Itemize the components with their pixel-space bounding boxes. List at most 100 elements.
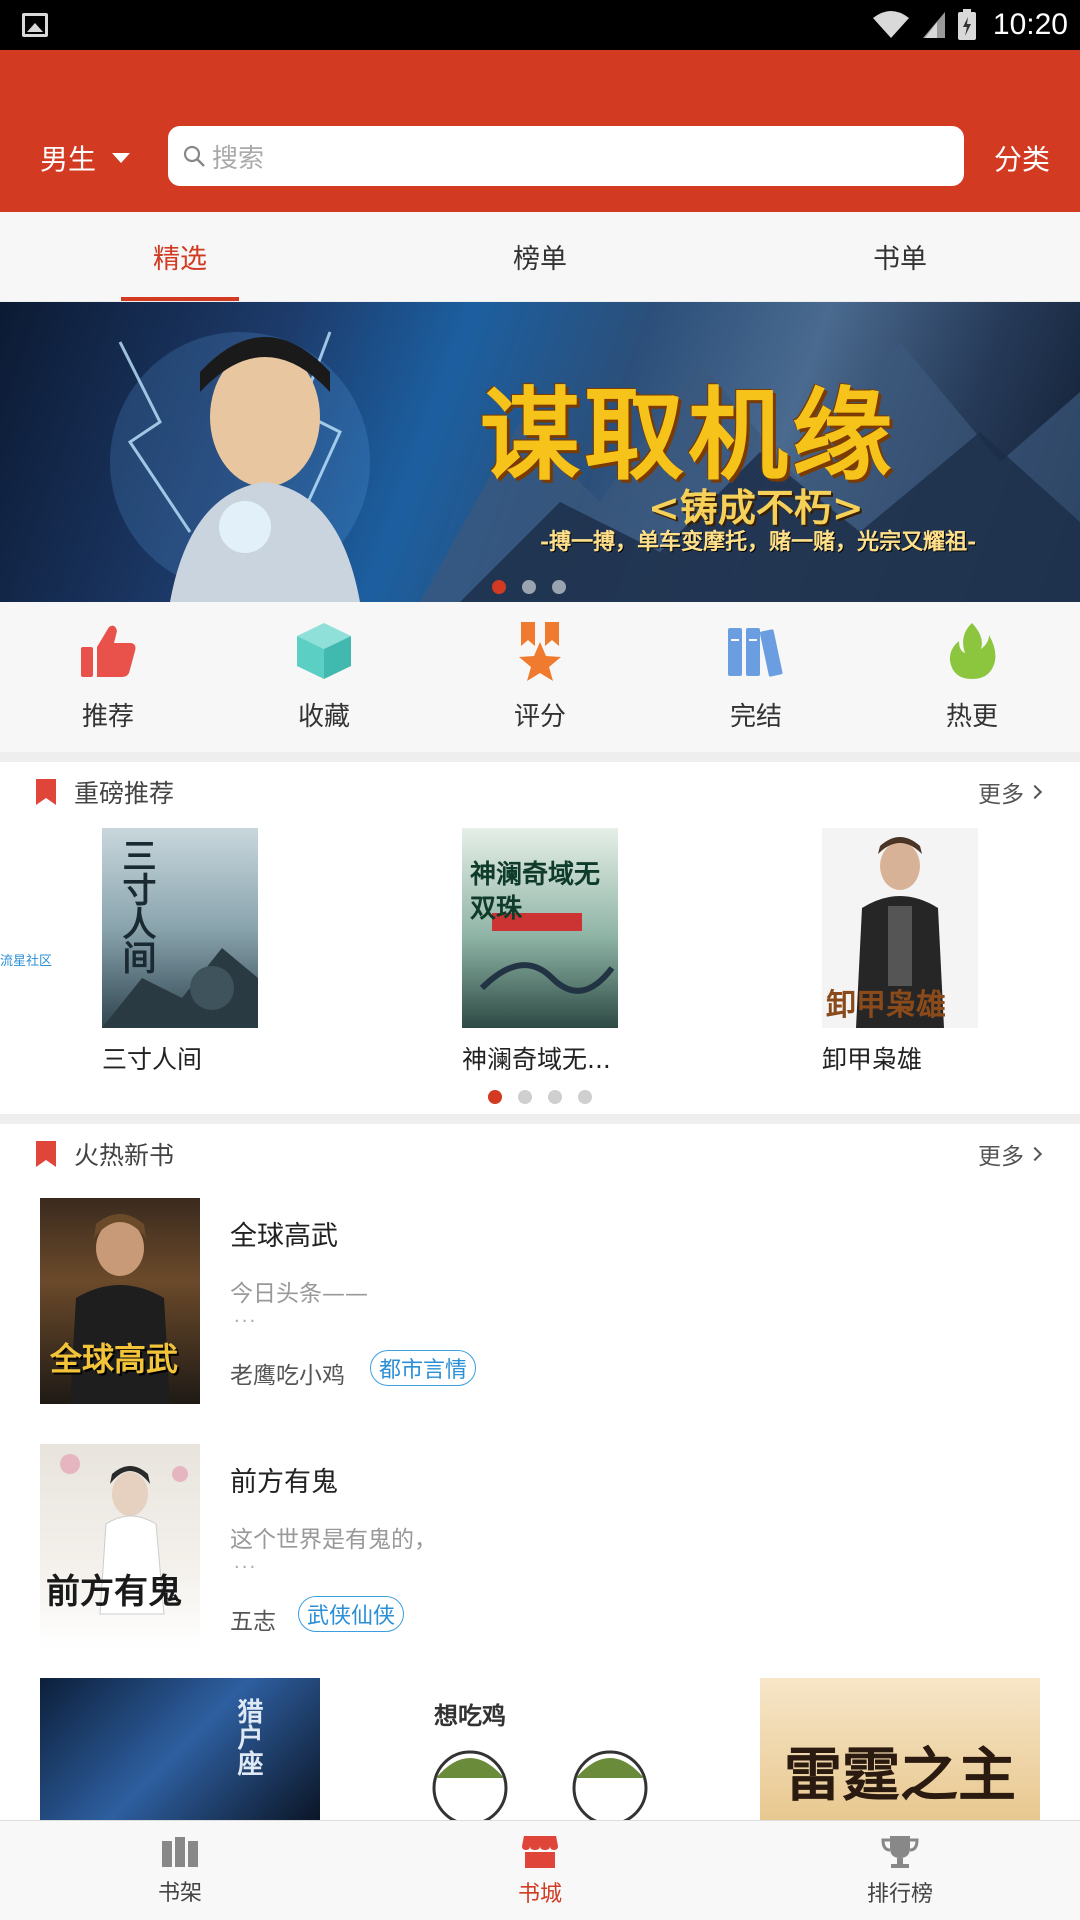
quick-entry-rating[interactable]: 评分 — [432, 602, 648, 752]
app-header: 男生 搜索 分类 — [0, 50, 1080, 212]
thumb-title: 想吃鸡 — [434, 1701, 506, 1730]
gender-selector[interactable]: 男生 — [40, 138, 131, 178]
book-cover: 全球高武 — [40, 1198, 200, 1404]
cover-title: 全球高武 — [50, 1340, 179, 1378]
caret-down-icon — [112, 153, 131, 163]
battery-icon — [957, 9, 976, 40]
bottom-navigation: 书架 书城 排行榜 — [0, 1820, 1080, 1920]
description-ellipsis: ... — [234, 1552, 258, 1573]
medal-star-icon — [509, 620, 571, 682]
book-thumb[interactable]: 想吃鸡 — [400, 1678, 680, 1820]
pager-dot[interactable] — [548, 1090, 562, 1104]
side-community-link[interactable]: 流星社区 — [0, 950, 52, 969]
featured-books: 流星社区 三寸人间 三寸人间 神澜奇域无双珠 神澜奇域无... 卸甲枭雄 卸甲枭… — [0, 820, 1080, 1104]
hot-new-section-header: 火热新书 更多 — [0, 1124, 1080, 1184]
tab-featured[interactable]: 精选 — [0, 212, 360, 301]
book-thumb[interactable]: 雷霆之主 — [760, 1678, 1040, 1820]
book-cover: 神澜奇域无双珠 — [462, 828, 618, 1028]
book-cover: 三寸人间 — [102, 828, 258, 1028]
book-description: 今日头条—— — [230, 1281, 368, 1307]
flame-icon — [941, 620, 1003, 682]
more-label: 更多 — [978, 782, 1024, 808]
thumb-title: 猎户座 — [233, 1698, 263, 1776]
signal-icon — [922, 12, 945, 38]
featured-section-header: 重磅推荐 更多 — [0, 762, 1080, 822]
chevron-right-icon — [1027, 784, 1043, 800]
featured-pager — [488, 1090, 592, 1104]
book-title: 全球高武 — [230, 1221, 338, 1252]
gender-label: 男生 — [40, 143, 97, 176]
pager-dot[interactable] — [492, 580, 506, 594]
nav-bookstore[interactable]: 书城 — [360, 1821, 720, 1920]
cover-title: 神澜奇域无双珠 — [470, 860, 601, 924]
pager-dot[interactable] — [522, 580, 536, 594]
bookmark-icon — [36, 1141, 56, 1167]
banner-tagline: -搏一搏，单车变摩托，赌一赌，光宗又耀祖- — [540, 529, 977, 555]
book-name: 三寸人间 — [102, 1045, 203, 1074]
thumbs-up-icon — [77, 620, 139, 682]
status-bar: 10:20 — [0, 0, 1080, 50]
book-author: 五志 — [230, 1609, 276, 1635]
book-title: 前方有鬼 — [230, 1467, 338, 1498]
quick-entry-label: 推荐 — [81, 702, 134, 732]
search-placeholder: 搜索 — [212, 143, 265, 174]
pager-dot[interactable] — [578, 1090, 592, 1104]
section-title: 重磅推荐 — [74, 779, 175, 808]
cover-title: 前方有鬼 — [46, 1572, 182, 1612]
quick-entry-hot-updates[interactable]: 热更 — [864, 602, 1080, 752]
bookmark-icon — [36, 779, 56, 805]
trophy-icon — [881, 1835, 919, 1868]
featured-book[interactable]: 神澜奇域无双珠 神澜奇域无... — [462, 828, 662, 1076]
category-button[interactable]: 分类 — [994, 138, 1050, 178]
thumb-title: 雷霆之主 — [784, 1741, 1017, 1809]
book-thumb[interactable]: 猎户座 — [40, 1678, 320, 1820]
chevron-right-icon — [1027, 1146, 1043, 1162]
book-list-item[interactable]: 前方有鬼 前方有鬼 这个世界是有鬼的， ... 五志 武侠仙侠 — [0, 1444, 1080, 1654]
featured-book[interactable]: 卸甲枭雄 卸甲枭雄 — [822, 828, 1022, 1076]
quick-entry-recommend[interactable]: 推荐 — [0, 602, 216, 752]
pager-dot[interactable] — [518, 1090, 532, 1104]
nav-label: 书城 — [517, 1881, 562, 1907]
nav-bookshelf[interactable]: 书架 — [0, 1821, 360, 1920]
search-input[interactable]: 搜索 — [168, 126, 964, 186]
featured-book[interactable]: 三寸人间 三寸人间 — [102, 828, 302, 1076]
book-author: 老鹰吃小鸡 — [230, 1363, 345, 1389]
cover-title: 三寸人间 — [116, 838, 156, 974]
quick-entries: 推荐 收藏 评分 完结 热更 — [0, 602, 1080, 752]
banner-pager — [492, 580, 566, 594]
cube-icon — [293, 620, 355, 682]
quick-entry-label: 评分 — [513, 702, 566, 732]
description-ellipsis: ... — [234, 1306, 258, 1327]
nav-label: 书架 — [157, 1880, 202, 1906]
clock: 10:20 — [992, 8, 1068, 41]
nav-label: 排行榜 — [866, 1881, 933, 1907]
nav-rankings[interactable]: 排行榜 — [720, 1821, 1080, 1920]
quick-entry-completed[interactable]: 完结 — [648, 602, 864, 752]
book-grid-row: 猎户座 想吃鸡 雷霆之主 — [0, 1678, 1080, 1820]
genre-tag[interactable]: 武侠仙侠 — [298, 1596, 405, 1632]
image-notification-icon — [22, 13, 48, 37]
store-icon — [522, 1835, 558, 1868]
quick-entry-label: 完结 — [729, 702, 782, 732]
tab-rankings[interactable]: 榜单 — [360, 212, 720, 301]
book-name: 神澜奇域无... — [462, 1045, 611, 1074]
pager-dot[interactable] — [552, 580, 566, 594]
tab-booklists[interactable]: 书单 — [720, 212, 1080, 301]
books-icon — [725, 620, 787, 682]
more-link[interactable]: 更多 — [978, 1137, 1043, 1171]
more-link[interactable]: 更多 — [978, 775, 1043, 809]
quick-entry-label: 收藏 — [297, 702, 350, 732]
book-description: 这个世界是有鬼的， — [230, 1527, 437, 1553]
book-cover: 前方有鬼 — [40, 1444, 200, 1650]
quick-entry-collect[interactable]: 收藏 — [216, 602, 432, 752]
book-name: 卸甲枭雄 — [822, 1045, 923, 1074]
genre-tag[interactable]: 都市言情 — [370, 1350, 477, 1386]
promo-banner[interactable]: 谋取机缘 <铸成不朽> -搏一搏，单车变摩托，赌一赌，光宗又耀祖- — [0, 302, 1080, 602]
divider — [0, 1114, 1080, 1124]
wifi-icon — [872, 11, 909, 38]
book-list-item[interactable]: 全球高武 全球高武 今日头条—— ... 老鹰吃小鸡 都市言情 — [0, 1198, 1080, 1408]
top-tabs: 精选 榜单 书单 — [0, 212, 1080, 302]
divider — [0, 752, 1080, 762]
pager-dot[interactable] — [488, 1090, 502, 1104]
more-label: 更多 — [978, 1144, 1024, 1170]
